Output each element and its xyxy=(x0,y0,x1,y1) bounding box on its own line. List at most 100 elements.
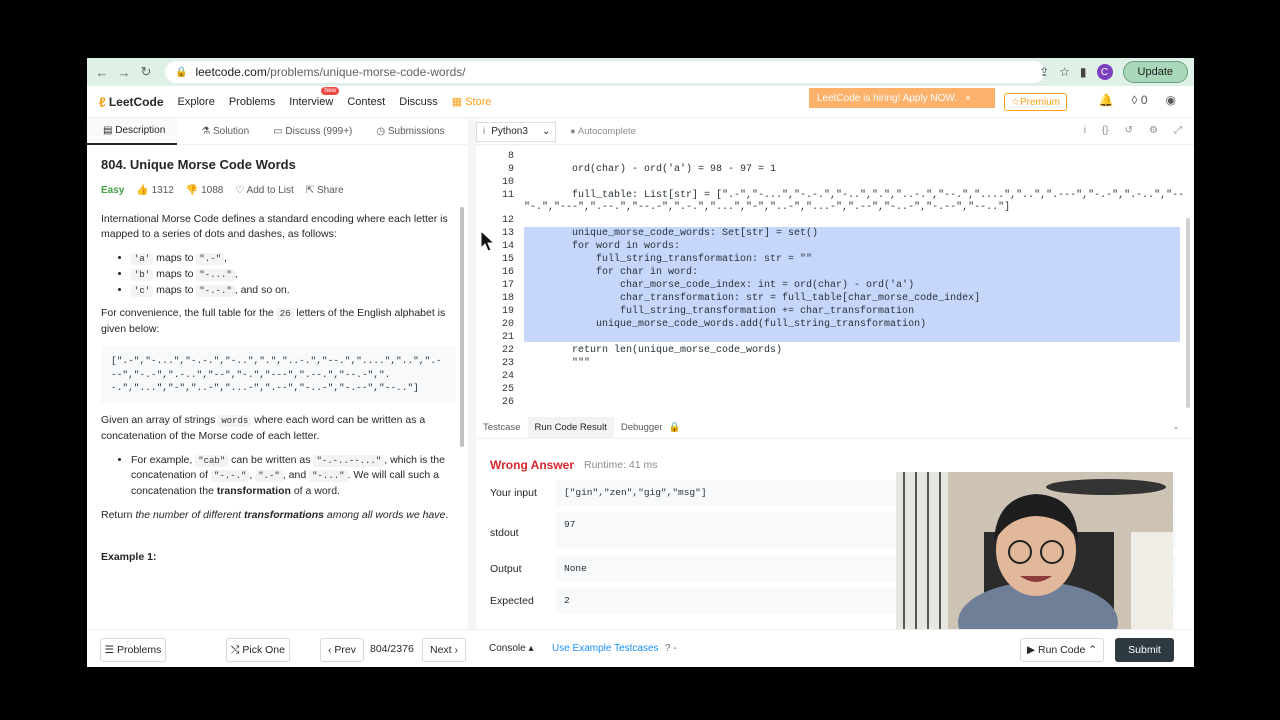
paragraph-table-intro: For convenience, the full table for the … xyxy=(101,307,446,335)
pick-one-button[interactable]: ⤭ Pick One xyxy=(226,638,290,662)
tab-run-code-result[interactable]: Run Code Result xyxy=(527,416,614,439)
problems-button[interactable]: ☰ Problems xyxy=(100,638,166,662)
nav-problems[interactable]: Problems xyxy=(229,96,275,108)
coins-counter[interactable]: ◊ 0 xyxy=(1132,93,1148,107)
tab-debugger[interactable]: Debugger 🔒 xyxy=(614,417,688,439)
sidebar-icon[interactable]: ▮ xyxy=(1080,65,1087,79)
flame-icon: ◊ xyxy=(1131,93,1138,107)
runtime-text: Runtime: 41 ms xyxy=(584,459,658,471)
reload-icon[interactable]: ↻ xyxy=(135,61,157,83)
editor-header: i Python3 ⌄ ● Autocomplete i {} ↺ ⚙ ⤢ xyxy=(476,119,1194,145)
info-icon: i xyxy=(483,126,486,137)
console-toggle[interactable]: Console ▴ xyxy=(489,643,534,654)
like-button[interactable]: 👍 1312 xyxy=(136,183,173,198)
morse-table-block: [".-","-...","-.-.","-..",".","..-.","--… xyxy=(101,345,456,404)
site-nav: ℓ LeetCode Explore Problems Interview New … xyxy=(87,86,1194,118)
browser-toolbar: ← → ↻ 🔒 leetcode.com/problems/unique-mor… xyxy=(87,58,1194,86)
chevron-down-icon[interactable]: ⌄ xyxy=(1172,421,1180,432)
panel-splitter[interactable] xyxy=(468,119,476,629)
paragraph-intro: International Morse Code defines a stand… xyxy=(101,212,448,241)
help-icon[interactable]: ? - xyxy=(665,643,677,654)
editor-scrollbar[interactable] xyxy=(1186,218,1190,408)
share-button[interactable]: ⇱ Share xyxy=(306,183,344,198)
address-bar[interactable]: 🔒 leetcode.com/problems/unique-morse-cod… xyxy=(165,61,1045,83)
browser-window: ← → ↻ 🔒 leetcode.com/problems/unique-mor… xyxy=(87,58,1194,667)
new-badge: New xyxy=(321,86,340,95)
nav-discuss[interactable]: Discuss xyxy=(399,96,438,108)
run-code-button[interactable]: ▶ Run Code ⌃ xyxy=(1020,638,1104,662)
lock-icon: 🔒 xyxy=(175,66,188,78)
autocomplete-toggle[interactable]: ● Autocomplete xyxy=(570,126,636,137)
premium-button[interactable]: ☆ Premium xyxy=(1004,93,1067,111)
nav-store[interactable]: ▦ Store xyxy=(452,95,492,108)
problem-description: 804. Unique Morse Code Words Easy 👍 1312… xyxy=(101,155,456,573)
dislike-button[interactable]: 👎 1088 xyxy=(186,183,223,198)
problem-panel: ▤ Description ⚗ Solution ▭ Discuss (999+… xyxy=(87,118,467,629)
thumbs-down-icon: 👎 xyxy=(185,184,202,196)
share-icon: ⇱ xyxy=(305,184,317,196)
profile-avatar[interactable]: C xyxy=(1096,64,1113,80)
result-status: Wrong Answer xyxy=(490,458,575,472)
webcam-image xyxy=(896,472,1173,629)
tab-discuss[interactable]: ▭ Discuss (999+) xyxy=(261,119,364,145)
settings-icon[interactable]: ⚙ xyxy=(1149,125,1158,136)
flask-icon: ⚗ xyxy=(201,126,214,137)
logo[interactable]: ℓ LeetCode xyxy=(99,94,164,110)
problem-scrollbar[interactable] xyxy=(460,207,464,447)
paragraph-words: Given an array of strings words where ea… xyxy=(101,414,426,442)
close-icon[interactable]: × xyxy=(965,93,971,104)
shuffle-icon: ⤭ xyxy=(231,643,243,656)
star-icon[interactable]: ☆ xyxy=(1059,65,1070,79)
nav-contest[interactable]: Contest xyxy=(347,96,385,108)
tab-testcase[interactable]: Testcase xyxy=(476,417,528,439)
nav-explore[interactable]: Explore xyxy=(178,96,215,108)
chevron-right-icon: › xyxy=(451,644,458,656)
use-example-testcases[interactable]: Use Example Testcases xyxy=(552,643,659,654)
play-icon: ▶ xyxy=(1027,644,1038,656)
input-label: Your input xyxy=(490,487,537,499)
url-path: /problems/unique-morse-code-words/ xyxy=(266,65,466,79)
problem-title: 804. Unique Morse Code Words xyxy=(101,157,296,172)
lock-icon: 🔒 xyxy=(668,422,681,433)
page-indicator[interactable]: 804/2376 xyxy=(370,643,414,655)
user-icon[interactable]: ◉ xyxy=(1166,93,1176,107)
next-button[interactable]: Next › xyxy=(422,638,466,662)
list-item: 'c' maps to "-.-.", and so on. xyxy=(131,283,456,299)
stdout-label: stdout xyxy=(490,527,519,539)
list-icon: ☰ xyxy=(104,644,117,656)
prev-button[interactable]: ‹ Prev xyxy=(320,638,364,662)
output-label: Output xyxy=(490,563,522,575)
update-button[interactable]: Update xyxy=(1122,61,1188,83)
premium-icon: ☆ xyxy=(1011,96,1020,108)
add-to-list-button[interactable]: ♡ Add to List xyxy=(235,183,293,198)
heart-icon: ♡ xyxy=(235,184,247,196)
language-select[interactable]: i Python3 ⌄ xyxy=(476,121,556,142)
share-icon[interactable]: ⇪ xyxy=(1039,65,1049,79)
reset-icon[interactable]: ↺ xyxy=(1125,125,1133,136)
paragraph-return: Return the number of different transform… xyxy=(101,508,449,521)
list-item: 'b' maps to "-...", xyxy=(131,267,456,283)
nav-interview[interactable]: Interview New xyxy=(289,86,340,108)
bell-icon[interactable]: 🔔 xyxy=(1099,93,1114,107)
dot-icon: ● xyxy=(570,126,578,137)
tab-solution[interactable]: ⚗ Solution xyxy=(189,119,261,145)
forward-icon[interactable]: → xyxy=(113,61,135,83)
history-icon: ◷ xyxy=(376,126,388,137)
url-host: leetcode.com xyxy=(195,65,267,79)
back-icon[interactable]: ← xyxy=(91,61,113,83)
info-icon[interactable]: i xyxy=(1084,125,1086,136)
submit-button[interactable]: Submit xyxy=(1115,638,1174,662)
tab-description[interactable]: ▤ Description xyxy=(87,118,178,145)
store-icon: ▦ xyxy=(451,96,466,108)
list-item: 'a' maps to ".-", xyxy=(131,251,456,267)
code-editor[interactable]: 8 9 ord(char) - ord('a') = 98 - 97 = 1 1… xyxy=(476,146,1194,411)
chat-icon: ▭ xyxy=(273,126,286,137)
chevron-up-icon: ⌃ xyxy=(1085,644,1097,656)
tab-submissions[interactable]: ◷ Submissions xyxy=(364,119,456,145)
description-icon: ▤ xyxy=(103,125,116,136)
hiring-banner[interactable]: LeetCode is hiring! Apply NOW. × xyxy=(809,88,995,108)
fullscreen-icon[interactable]: ⤢ xyxy=(1174,125,1182,136)
braces-icon[interactable]: {} xyxy=(1102,125,1109,136)
webcam-overlay xyxy=(896,472,1173,629)
problem-tabs: ▤ Description ⚗ Solution ▭ Discuss (999+… xyxy=(87,118,467,145)
